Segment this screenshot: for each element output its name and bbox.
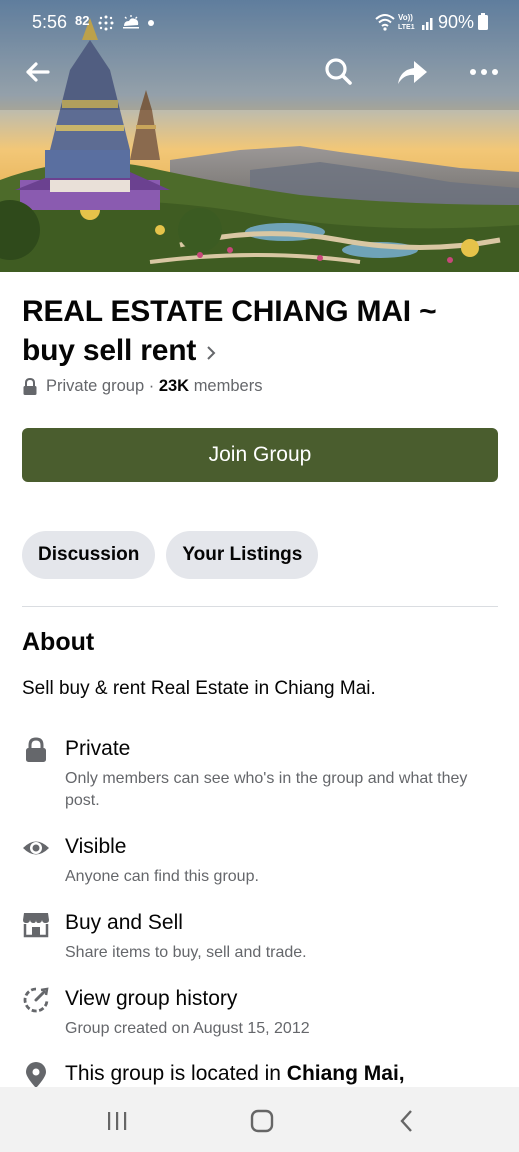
location-prefix: This group is located in	[65, 1062, 287, 1085]
wifi-icon	[375, 14, 395, 31]
join-group-button[interactable]: Join Group	[22, 428, 498, 482]
about-item-title: Private	[65, 737, 131, 760]
location-pin-icon	[26, 1062, 46, 1088]
battery-percent: 90%	[438, 12, 475, 32]
share-button[interactable]	[392, 52, 432, 92]
svg-text:LTE1: LTE1	[398, 24, 415, 31]
cover-photo[interactable]: 5:56 82 Vo)) LTE1 90%	[0, 0, 519, 272]
section-divider	[22, 606, 498, 607]
history-icon	[23, 987, 49, 1013]
about-item-subtitle: Group created on August 15, 2012	[65, 1020, 310, 1037]
about-item-title: Buy and Sell	[65, 911, 183, 934]
status-bar: 5:56 82 Vo)) LTE1 90%	[0, 0, 519, 44]
about-description: Sell buy & rent Real Estate in Chiang Ma…	[22, 678, 376, 699]
back-nav-icon[interactable]	[392, 1107, 422, 1135]
svg-text:Vo)): Vo))	[398, 13, 413, 22]
weather-icon	[123, 15, 139, 29]
about-item-title: This group is located in Chiang Mai,	[65, 1061, 405, 1087]
location-city: Chiang Mai,	[286, 1062, 405, 1085]
about-item-title: View group history	[65, 987, 238, 1010]
back-button[interactable]	[18, 52, 58, 92]
store-icon	[23, 913, 49, 938]
arrow-left-icon	[26, 62, 50, 82]
battery-icon	[478, 13, 488, 30]
volte-signal-icon: Vo)) LTE1	[398, 13, 433, 31]
search-button[interactable]	[318, 52, 358, 92]
group-meta: Private group · 23K members	[22, 377, 262, 396]
dot-indicator-icon	[148, 20, 154, 26]
recent-apps-icon[interactable]	[102, 1107, 132, 1135]
group-tabs: Discussion Your Listings	[22, 531, 319, 579]
more-horizontal-icon	[470, 69, 498, 75]
chevron-right-icon	[204, 333, 218, 372]
about-item-subtitle: Share items to buy, sell and trade.	[65, 944, 307, 961]
about-heading: About	[22, 628, 95, 656]
share-arrow-icon	[398, 61, 427, 84]
status-time: 5:56	[32, 12, 68, 32]
more-options-button[interactable]	[465, 52, 505, 92]
search-icon	[325, 58, 352, 85]
lock-icon	[23, 377, 37, 395]
about-item-subtitle: Anyone can find this group.	[65, 868, 259, 885]
members-label: members	[193, 377, 263, 395]
eye-icon	[23, 841, 49, 855]
member-count: 23K	[158, 377, 190, 395]
meta-separator: ·	[144, 377, 159, 395]
about-item-subtitle: Only members can see who's in the group …	[65, 770, 468, 809]
lock-icon	[26, 737, 46, 762]
grid-dots-icon	[98, 15, 114, 31]
about-item-title: Visible	[65, 835, 127, 858]
notification-count: 82	[75, 13, 90, 28]
tab-your-listings[interactable]: Your Listings	[166, 531, 319, 579]
privacy-label: Private group	[46, 377, 145, 395]
tab-discussion[interactable]: Discussion	[22, 531, 156, 579]
group-title[interactable]: REAL ESTATE CHIANG MAI ~ buy sell rent	[22, 292, 492, 372]
system-nav-bar	[0, 1087, 519, 1152]
group-title-text: REAL ESTATE CHIANG MAI ~ buy sell rent	[22, 295, 437, 367]
home-icon[interactable]	[247, 1107, 277, 1135]
